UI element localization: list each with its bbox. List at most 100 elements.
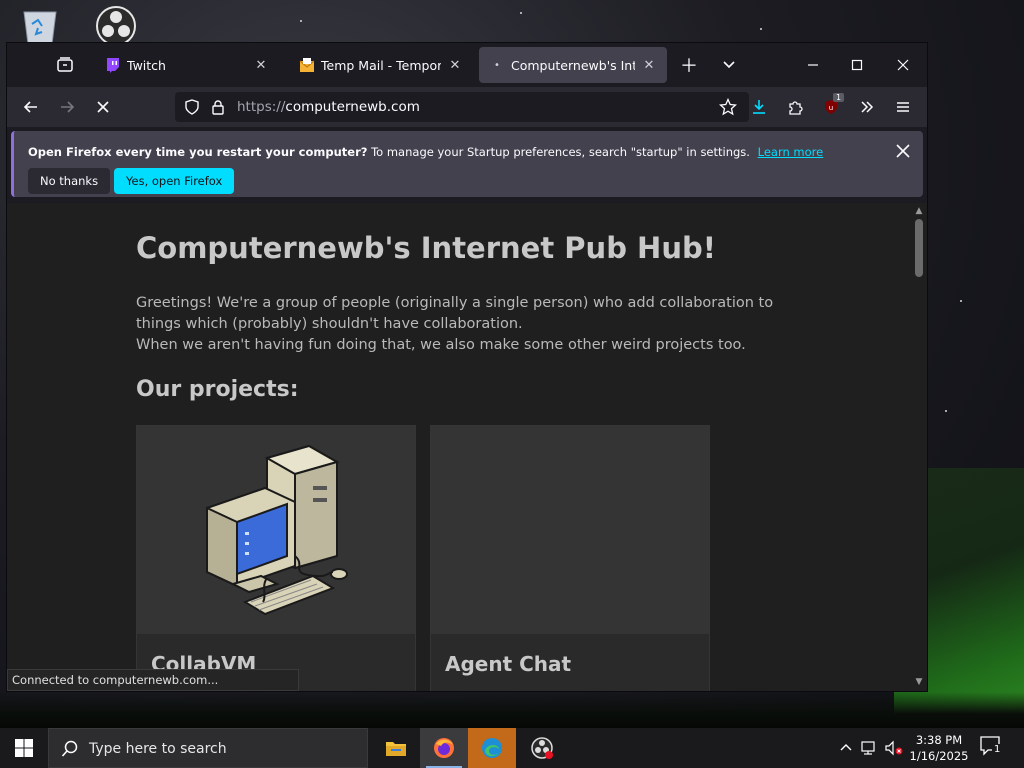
tab-title: Temp Mail - Temporary Disposable Email <box>321 57 441 73</box>
firefox-view-icon <box>57 57 73 72</box>
edge-icon <box>482 738 502 758</box>
edge-taskbar-button[interactable] <box>468 728 516 768</box>
list-all-tabs-button[interactable] <box>717 53 741 77</box>
app-menu-button[interactable] <box>889 93 917 121</box>
network-tray-button[interactable] <box>860 738 880 758</box>
tab-temp-mail[interactable]: Temp Mail - Temporary Disposable Email ✕ <box>289 47 473 83</box>
close-tab-icon[interactable]: ✕ <box>253 57 269 73</box>
stop-loading-button[interactable] <box>89 93 117 121</box>
scroll-down-icon[interactable]: ▼ <box>914 677 924 687</box>
intro-text: Greetings! We're a group of people (orig… <box>136 293 776 356</box>
desktop-grass <box>0 692 1024 728</box>
search-placeholder: Type here to search <box>89 741 227 757</box>
url-scheme: https:// <box>237 99 286 115</box>
clock-time: 3:38 PM <box>915 733 963 747</box>
status-panel: Connected to computernewb.com... <box>7 669 299 691</box>
star <box>760 28 762 30</box>
notification-count: 1 <box>992 744 1003 755</box>
project-image <box>137 426 415 634</box>
close-notification-button[interactable] <box>893 141 913 161</box>
lock-icon[interactable] <box>209 98 227 116</box>
network-icon <box>861 741 875 755</box>
volume-muted-icon <box>885 740 903 756</box>
chevron-down-icon <box>723 61 735 69</box>
close-tab-icon[interactable]: ✕ <box>641 57 657 73</box>
hamburger-menu-icon <box>897 102 909 112</box>
minimize-button[interactable] <box>791 49 835 81</box>
close-window-button[interactable] <box>881 49 925 81</box>
folder-icon <box>386 742 406 756</box>
intro-line-1: Greetings! We're a group of people (orig… <box>136 295 774 332</box>
back-button[interactable] <box>17 93 45 121</box>
star <box>945 410 947 412</box>
chevron-up-icon <box>840 744 852 751</box>
obs-icon <box>531 737 553 759</box>
project-card-collabvm[interactable]: CollabVM <box>136 425 416 691</box>
tab-title: Computernewb's Internet Pub Hub! <box>511 57 635 73</box>
scroll-up-icon[interactable]: ▲ <box>914 206 924 216</box>
scrollbar-thumb[interactable] <box>915 219 923 277</box>
page-scrollbar[interactable]: ▲ ▼ <box>911 203 927 691</box>
learn-more-link[interactable]: Learn more <box>758 145 824 159</box>
file-explorer-taskbar-button[interactable] <box>372 728 420 768</box>
close-icon <box>896 144 910 158</box>
new-tab-button[interactable]: ＋ <box>677 53 701 77</box>
startup-notification-bar: Open Firefox every time you restart your… <box>11 131 923 197</box>
star <box>300 20 302 22</box>
mail-icon <box>299 58 315 72</box>
page-content: Computernewb's Internet Pub Hub! Greetin… <box>7 203 911 691</box>
projects-heading: Our projects: <box>136 377 299 402</box>
retro-computer-icon <box>206 444 348 616</box>
recycle-bin-icon[interactable] <box>18 6 62 46</box>
forward-button[interactable] <box>53 93 81 121</box>
project-name: Agent Chat <box>445 652 572 676</box>
obs-desktop-icon[interactable] <box>94 6 138 46</box>
url-text: https://computernewb.com <box>237 99 420 115</box>
ublock-origin-button[interactable]: u 1 <box>817 93 845 121</box>
action-center-button[interactable]: 1 <box>980 736 1006 760</box>
maximize-icon <box>851 59 863 71</box>
star <box>960 300 962 302</box>
minimize-icon <box>808 64 818 66</box>
yes-open-firefox-button[interactable]: Yes, open Firefox <box>114 168 235 194</box>
notification-message: Open Firefox every time you restart your… <box>28 145 823 159</box>
url-host: computernewb.com <box>285 99 420 115</box>
firefox-view-button[interactable] <box>53 53 77 77</box>
start-button[interactable] <box>0 728 48 768</box>
close-icon <box>897 59 909 71</box>
navigation-toolbar: https://computernewb.com u 1 <box>7 87 927 127</box>
tab-computernewb[interactable]: • Computernewb's Internet Pub Hub! ✕ <box>479 47 667 83</box>
svg-text:u: u <box>829 104 833 112</box>
project-card-agent-chat[interactable]: Agent Chat <box>430 425 710 691</box>
firefox-window: Twitch ✕ Temp Mail - Temporary Disposabl… <box>6 42 928 692</box>
project-image-placeholder <box>431 426 709 634</box>
no-thanks-button[interactable]: No thanks <box>28 168 111 194</box>
extensions-button[interactable] <box>781 93 809 121</box>
windows-logo-icon <box>15 739 33 757</box>
tab-twitch[interactable]: Twitch ✕ <box>95 47 279 83</box>
bookmark-star-icon[interactable] <box>719 98 737 116</box>
taskbar-clock[interactable]: 3:38 PM 1/16/2025 <box>906 732 972 764</box>
firefox-taskbar-button[interactable] <box>420 728 468 768</box>
puzzle-piece-icon <box>789 101 803 115</box>
arrow-left-icon <box>23 101 37 113</box>
show-hidden-icons-button[interactable] <box>836 738 856 758</box>
taskbar-search-box[interactable]: Type here to search <box>48 728 368 768</box>
more-tools-button[interactable] <box>853 93 881 121</box>
tracking-protection-shield-icon[interactable] <box>183 98 201 116</box>
arrow-right-icon <box>61 101 75 113</box>
obs-taskbar-button[interactable] <box>518 728 566 768</box>
page-title: Computernewb's Internet Pub Hub! <box>136 231 716 265</box>
loading-dot-icon: • <box>494 59 500 71</box>
url-bar[interactable]: https://computernewb.com <box>175 92 749 122</box>
close-tab-icon[interactable]: ✕ <box>447 57 463 73</box>
downloads-button[interactable] <box>745 93 773 121</box>
tab-title: Twitch <box>127 57 166 73</box>
windows-taskbar: Type here to search 3:38 PM 1/16/2025 1 <box>0 728 1024 768</box>
maximize-button[interactable] <box>835 49 879 81</box>
star <box>520 12 522 14</box>
volume-tray-button[interactable] <box>884 738 904 758</box>
firefox-icon <box>434 738 454 758</box>
clock-date: 1/16/2025 <box>909 749 969 763</box>
extension-badge: 1 <box>833 93 845 102</box>
